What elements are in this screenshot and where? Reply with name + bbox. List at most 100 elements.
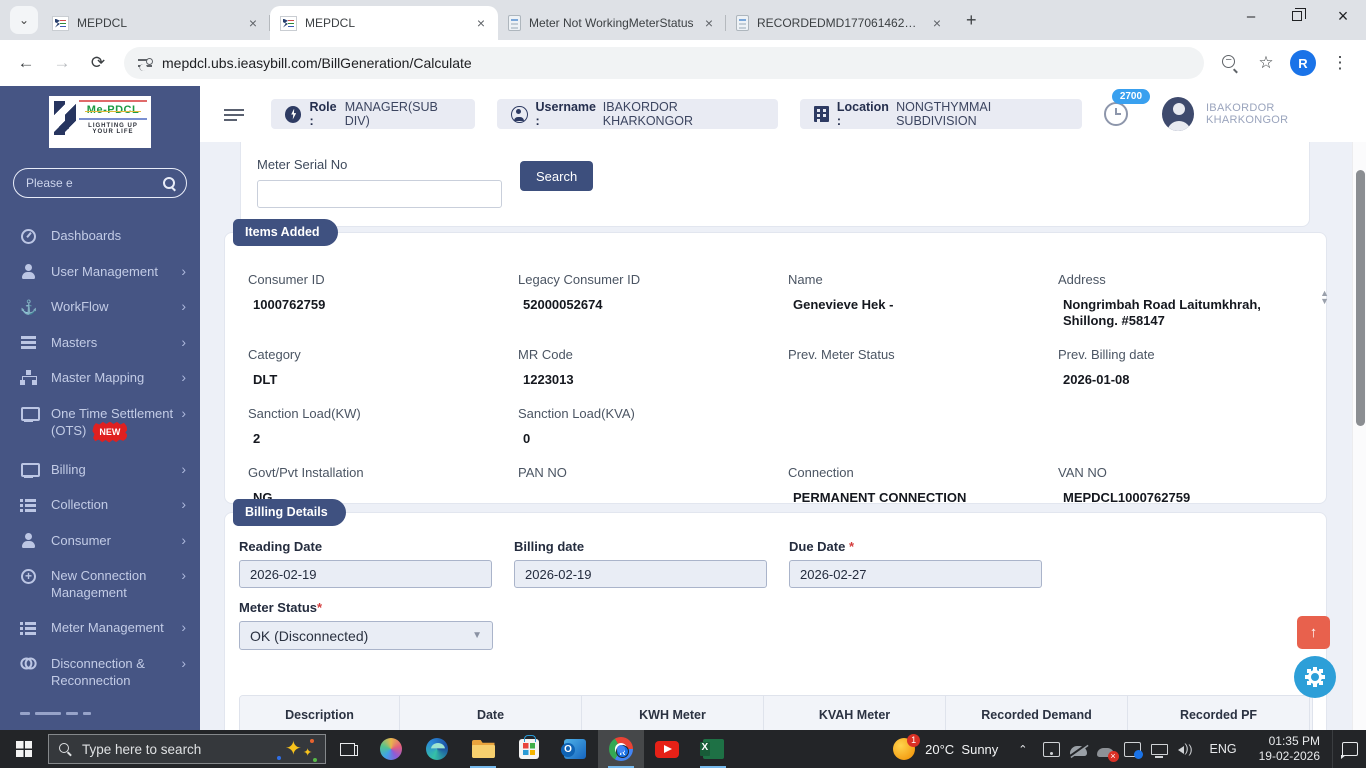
close-window-button[interactable]: × <box>1320 0 1366 32</box>
reading-date-input[interactable] <box>239 560 492 588</box>
taskbar-file-explorer[interactable] <box>460 730 506 768</box>
restore-button[interactable] <box>1274 0 1320 32</box>
meter-serial-input[interactable] <box>257 180 502 208</box>
task-view-button[interactable] <box>326 730 368 768</box>
sidebar-item-new-connection[interactable]: New Connection Management › <box>0 558 200 610</box>
sidebar-item-collection[interactable]: Collection › <box>0 487 200 523</box>
sidebar-item-master-mapping[interactable]: Master Mapping › <box>0 360 200 396</box>
address-scroll-arrows[interactable]: ▲ ▼ <box>1320 289 1329 306</box>
sidebar-item-meter-management[interactable]: Meter Management › <box>0 610 200 646</box>
tray-overflow-chevron[interactable]: ⌃ <box>1008 743 1037 756</box>
sidebar-item-user-management[interactable]: User Management › <box>0 254 200 290</box>
new-tab-button[interactable]: + <box>954 10 989 31</box>
bookmark-star-icon[interactable]: ☆ <box>1251 48 1281 78</box>
windows-taskbar: Type here to search ✦ ✦ R 1 20°C Sunny ⌃ <box>0 730 1366 768</box>
category-value: DLT <box>253 372 278 387</box>
network-tray-icon[interactable] <box>1150 743 1168 758</box>
sidebar-item-masters[interactable]: Masters › <box>0 325 200 361</box>
billing-date-input[interactable] <box>514 560 767 588</box>
settings-fab-button[interactable] <box>1294 656 1336 698</box>
billing-form: Reading Date Billing date Due Date * <box>225 539 1326 730</box>
excel-icon <box>699 739 724 759</box>
sidebar-item-ots[interactable]: One Time Settlement (OTS) NEW › <box>0 396 200 452</box>
tab-mepdcl-2-active[interactable]: MEPDCL × <box>270 6 498 40</box>
tab-close-icon[interactable]: × <box>246 15 260 31</box>
page-scrollbar[interactable]: ▲ <box>1352 86 1366 730</box>
taskbar-edge[interactable] <box>414 730 460 768</box>
logo-tagline: LIGHTING UP YOUR LIFE <box>88 123 138 135</box>
mepdcl-logo: Me-PDCL LIGHTING UP YOUR LIFE <box>49 96 151 148</box>
notification-icon <box>1341 742 1358 759</box>
cast-tray-icon[interactable] <box>1042 741 1060 757</box>
start-button[interactable] <box>0 730 48 768</box>
sync-tray-icon[interactable] <box>1123 741 1143 759</box>
tab-mepdcl-1[interactable]: MEPDCL × <box>42 6 270 40</box>
action-center-button[interactable] <box>1332 730 1366 768</box>
meet-now-tray-icon[interactable] <box>1096 747 1119 762</box>
sidebar-item-consumer[interactable]: Consumer › <box>0 523 200 559</box>
reload-button[interactable]: ⟳ <box>83 48 113 78</box>
list-icon <box>20 620 37 637</box>
legacy-consumer-id-value: 52000052674 <box>523 297 603 312</box>
cloud-offline-tray-icon[interactable] <box>1069 746 1087 756</box>
taskbar-store[interactable] <box>506 730 552 768</box>
sidebar-item-workflow[interactable]: ⚓ WorkFlow › <box>0 289 200 325</box>
role-badge: Role : MANAGER(SUB DIV) <box>271 99 476 129</box>
reading-date-label: Reading Date <box>239 539 323 554</box>
tab-close-icon[interactable]: × <box>930 15 944 31</box>
due-date-input[interactable] <box>789 560 1042 588</box>
sidebar: Me-PDCL LIGHTING UP YOUR LIFE Dashboards… <box>0 86 200 730</box>
taskbar-excel[interactable] <box>690 730 736 768</box>
person-icon <box>20 532 37 549</box>
prev-billing-date-value: 2026-01-08 <box>1063 372 1130 387</box>
browser-profile-avatar[interactable]: R <box>1290 50 1316 76</box>
anchor-icon: ⚓ <box>20 298 38 315</box>
tab-meter-not-working[interactable]: Meter Not WorkingMeterStatus × <box>498 6 726 40</box>
sidebar-search-input[interactable] <box>26 176 163 190</box>
url-text[interactable]: mepdcl.ubs.ieasybill.com/BillGeneration/… <box>162 55 472 71</box>
taskbar-outlook[interactable] <box>552 730 598 768</box>
back-button[interactable]: ← <box>11 48 41 78</box>
meter-status-select[interactable]: OK (Disconnected) ▼ <box>239 621 493 650</box>
address-value: Nongrimbah Road Laitumkhrah, Shillong. #… <box>1063 297 1261 328</box>
minimize-button[interactable]: – <box>1228 0 1274 32</box>
sidebar-item-partial[interactable] <box>20 712 180 716</box>
items-added-badge: Items Added <box>233 219 338 246</box>
tab-close-icon[interactable]: × <box>474 15 488 31</box>
file-explorer-icon <box>471 740 495 758</box>
browser-tabstrip: ⌄ MEPDCL × MEPDCL × Meter Not WorkingMet… <box>0 0 1366 40</box>
taskbar-clock[interactable]: 01:35 PM 19-02-2026 <box>1247 734 1332 764</box>
tab-close-icon[interactable]: × <box>702 15 716 31</box>
gauge-icon <box>20 228 37 245</box>
browser-menu-icon[interactable]: ⋮ <box>1325 48 1355 78</box>
site-settings-icon[interactable] <box>138 56 153 70</box>
chevron-right-icon: › <box>181 333 186 350</box>
window-controls: – × <box>1228 0 1366 32</box>
address-bar[interactable]: mepdcl.ubs.ieasybill.com/BillGeneration/… <box>124 47 1204 79</box>
search-icon <box>59 742 72 756</box>
taskbar-youtube[interactable] <box>644 730 690 768</box>
user-avatar[interactable] <box>1161 97 1194 131</box>
zoom-out-icon[interactable] <box>1215 48 1245 78</box>
taskbar-search-box[interactable]: Type here to search ✦ ✦ <box>48 734 326 764</box>
monitor-icon <box>20 405 40 422</box>
chevron-right-icon: › <box>181 404 186 421</box>
sidebar-search[interactable] <box>13 168 187 198</box>
language-indicator[interactable]: ENG <box>1200 742 1247 756</box>
session-timer[interactable]: 2700 <box>1103 89 1151 126</box>
sidebar-item-disconnection[interactable]: Disconnection & Reconnection › <box>0 646 200 698</box>
taskbar-weather[interactable]: 1 20°C Sunny <box>883 734 1008 760</box>
forward-button[interactable]: → <box>47 48 77 78</box>
taskbar-copilot[interactable] <box>368 730 414 768</box>
hamburger-menu-icon[interactable] <box>224 107 245 121</box>
chevron-right-icon: › <box>181 460 186 477</box>
scrollbar-thumb[interactable] <box>1355 170 1365 426</box>
taskbar-chrome-active[interactable]: R <box>598 730 644 768</box>
scroll-to-top-button[interactable]: ↑ <box>1297 616 1330 649</box>
sidebar-item-billing[interactable]: Billing › <box>0 452 200 488</box>
search-button[interactable]: Search <box>520 161 594 191</box>
tab-recordedmd[interactable]: RECORDEDMD1770614622285.j × <box>726 6 954 40</box>
volume-tray-icon[interactable]: ) <box>1177 741 1195 757</box>
sidebar-item-dashboards[interactable]: Dashboards <box>0 218 200 254</box>
tab-search-button[interactable]: ⌄ <box>10 6 38 34</box>
